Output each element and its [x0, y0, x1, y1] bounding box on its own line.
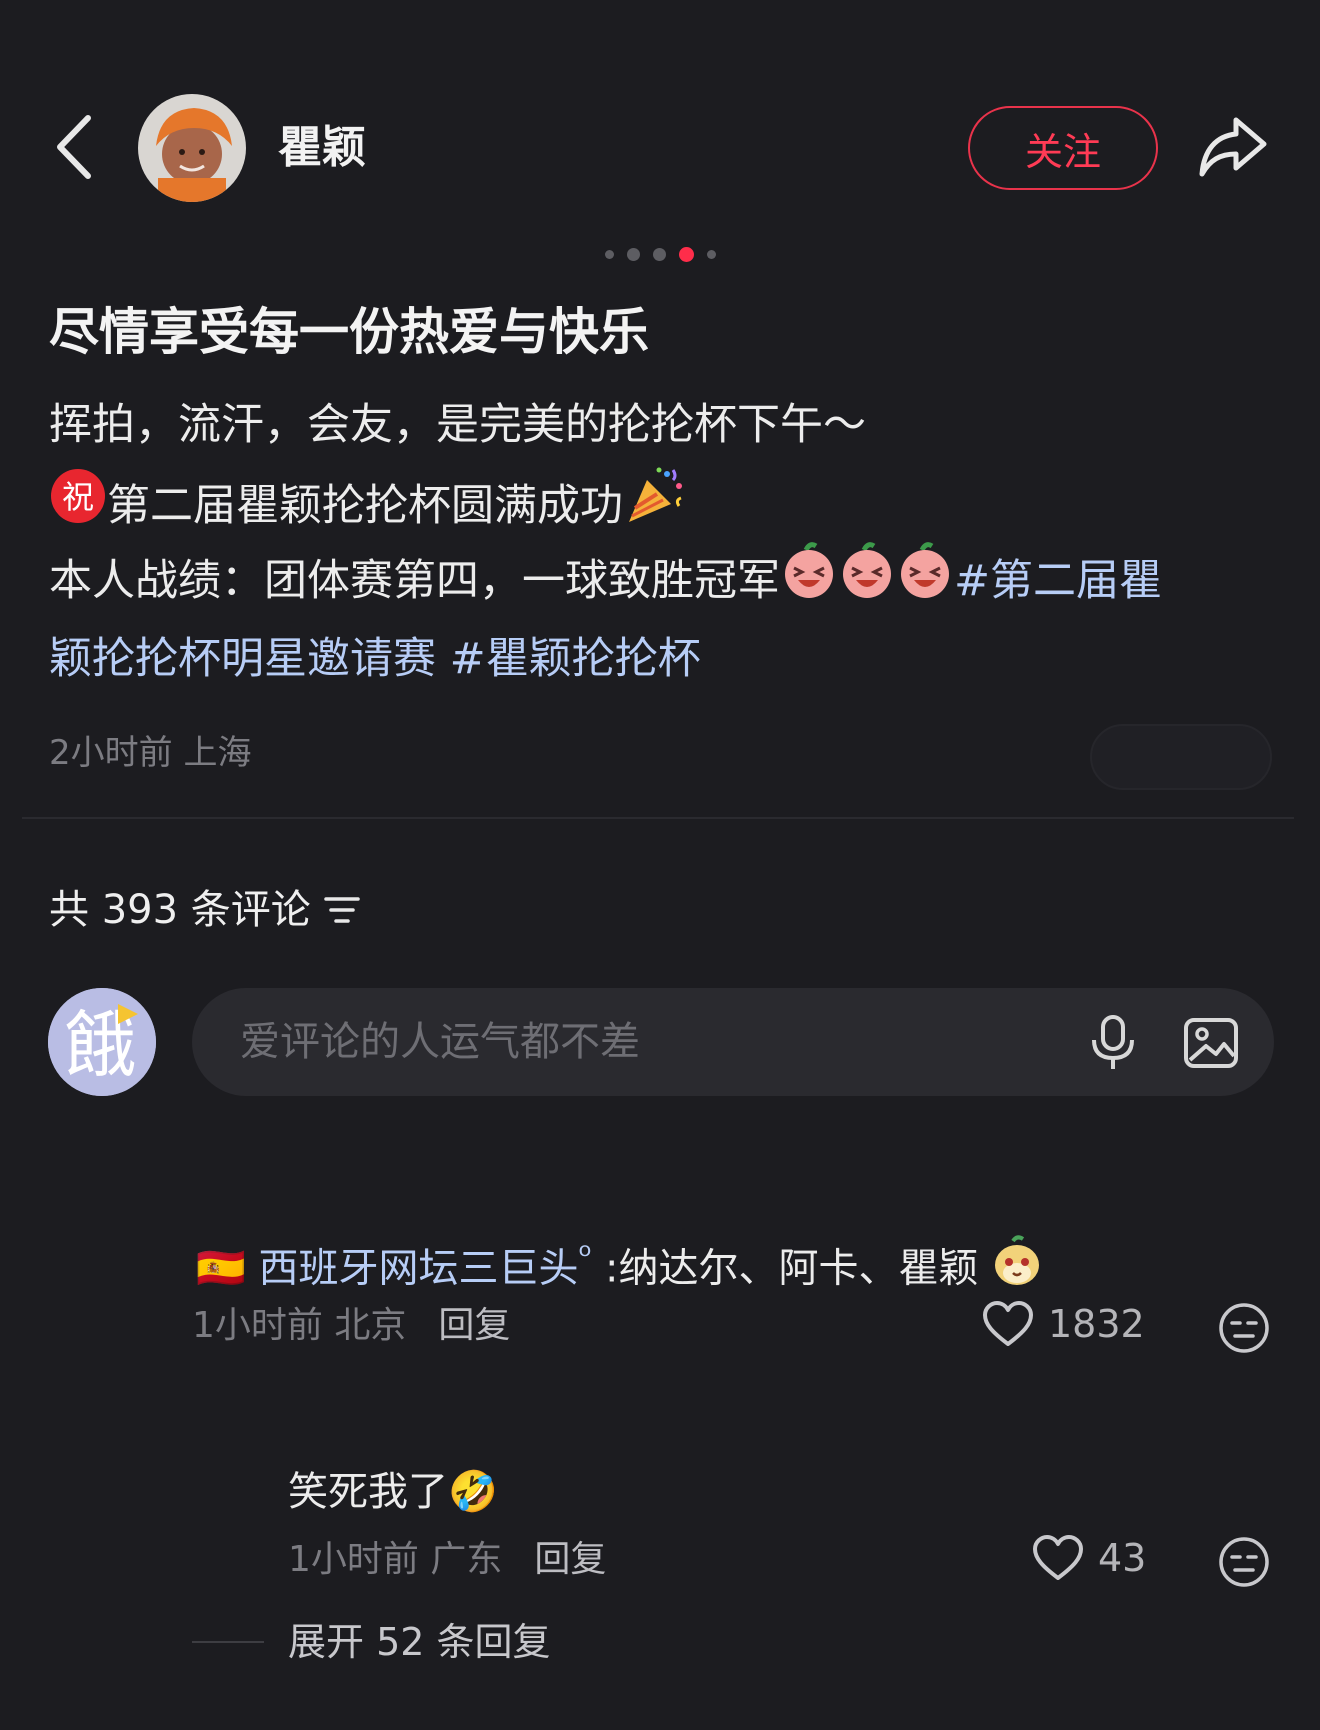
back-arrow-icon: [57, 115, 91, 179]
comment-text: :纳达尔、阿卡、瞿颖: [605, 1245, 979, 1292]
hashtag-link[interactable]: #瞿颖抡抡杯: [450, 634, 701, 684]
comments-count-header[interactable]: 共 393 条评论: [49, 880, 361, 940]
like-button[interactable]: 43: [1032, 1534, 1146, 1582]
post-line-text: 本人战绩：团体赛第四，一球致胜冠军: [49, 556, 780, 606]
reply-button[interactable]: 回复: [534, 1532, 606, 1588]
reply-content: 笑死我了🤣: [288, 1460, 498, 1524]
laughing-peach-icon: [838, 542, 896, 625]
carousel-dot: [652, 247, 666, 261]
laughing-peach-icon: [780, 542, 838, 625]
comment-content: 🇪🇸 西班牙网坛三巨头ᵒ :纳达尔、阿卡、瞿颖: [196, 1224, 1043, 1306]
expand-replies-button[interactable]: 展开 52 条回复: [288, 1612, 551, 1672]
author-avatar[interactable]: [138, 94, 246, 202]
post-line: 祝 第二届瞿颖抡抡杯圆满成功: [49, 464, 1289, 542]
spain-flag-icon: 🇪🇸: [196, 1245, 246, 1292]
party-popper-icon: [623, 464, 687, 553]
voice-input-button[interactable]: [1088, 1014, 1138, 1072]
reply-button[interactable]: 回复: [438, 1298, 510, 1354]
rofl-emoji-icon: 🤣: [448, 1469, 498, 1515]
cute-creature-emoji-icon: [991, 1235, 1043, 1306]
like-button[interactable]: 1832: [982, 1300, 1145, 1348]
dislike-button[interactable]: [1218, 1302, 1270, 1354]
laughing-peach-icon: [896, 542, 954, 625]
carousel-dot: [626, 247, 640, 261]
section-divider: [22, 817, 1294, 819]
carousel-indicator: [0, 244, 1320, 264]
follow-button[interactable]: 关注: [968, 106, 1158, 190]
comment-username[interactable]: 西班牙网坛三巨头: [259, 1245, 579, 1291]
carousel-dot: [604, 249, 614, 259]
comment-meta: 1小时前 广东 回复: [288, 1532, 606, 1588]
search-mark[interactable]: ᵒ: [579, 1236, 593, 1275]
expand-divider: [192, 1641, 264, 1643]
comment-meta: 1小时前 北京 回复: [192, 1298, 510, 1354]
author-name[interactable]: 瞿颖: [278, 118, 366, 178]
comment-time-location: 1小时前 北京: [192, 1305, 407, 1346]
microphone-icon: [1092, 1015, 1134, 1069]
post-line: 挥拍，流汗，会友，是完美的抡抡杯下午～: [49, 400, 866, 450]
neutral-face-icon: [1219, 1537, 1269, 1587]
svg-text:祝: 祝: [62, 478, 94, 516]
carousel-dot: [706, 249, 716, 259]
faded-action-pill[interactable]: [1090, 724, 1272, 790]
back-button[interactable]: [50, 112, 100, 182]
post-line: 颖抡抡杯明星邀请赛 #瞿颖抡抡杯: [49, 620, 1289, 698]
image-icon: [1184, 1018, 1238, 1068]
post-line: 本人战绩：团体赛第四，一球致胜冠军 #第二届瞿: [49, 542, 1289, 620]
dislike-button[interactable]: [1218, 1536, 1270, 1588]
like-count: 43: [1098, 1536, 1147, 1580]
neutral-face-icon: [1219, 1303, 1269, 1353]
comments-count-label: 共 393 条评论: [49, 887, 311, 933]
heart-icon: [1033, 1535, 1083, 1580]
image-upload-button[interactable]: [1182, 1014, 1240, 1072]
share-button[interactable]: [1196, 110, 1270, 184]
share-icon: [1199, 117, 1267, 177]
hashtag-link[interactable]: #第二届瞿: [954, 556, 1162, 606]
carousel-dot-active: [678, 246, 694, 262]
post-title: 尽情享受每一份热爱与快乐: [49, 303, 649, 361]
post-line-text: 第二届瞿颖抡抡杯圆满成功: [107, 481, 623, 531]
post-body: 挥拍，流汗，会友，是完美的抡抡杯下午～ 祝 第二届瞿颖抡抡杯圆满成功 本人战绩：…: [49, 386, 1289, 698]
like-count: 1832: [1048, 1302, 1145, 1346]
my-avatar[interactable]: 餓: [48, 988, 156, 1096]
heart-icon: [983, 1301, 1033, 1346]
sort-filter-icon[interactable]: [323, 893, 361, 927]
post-time-location: 2小时前 上海: [49, 733, 252, 773]
comment-time-location: 1小时前 广东: [288, 1539, 503, 1580]
hashtag-link[interactable]: 颖抡抡杯明星邀请赛: [49, 634, 436, 684]
celebrate-badge-icon: 祝: [49, 467, 107, 550]
comment-text: 笑死我了: [288, 1469, 448, 1515]
